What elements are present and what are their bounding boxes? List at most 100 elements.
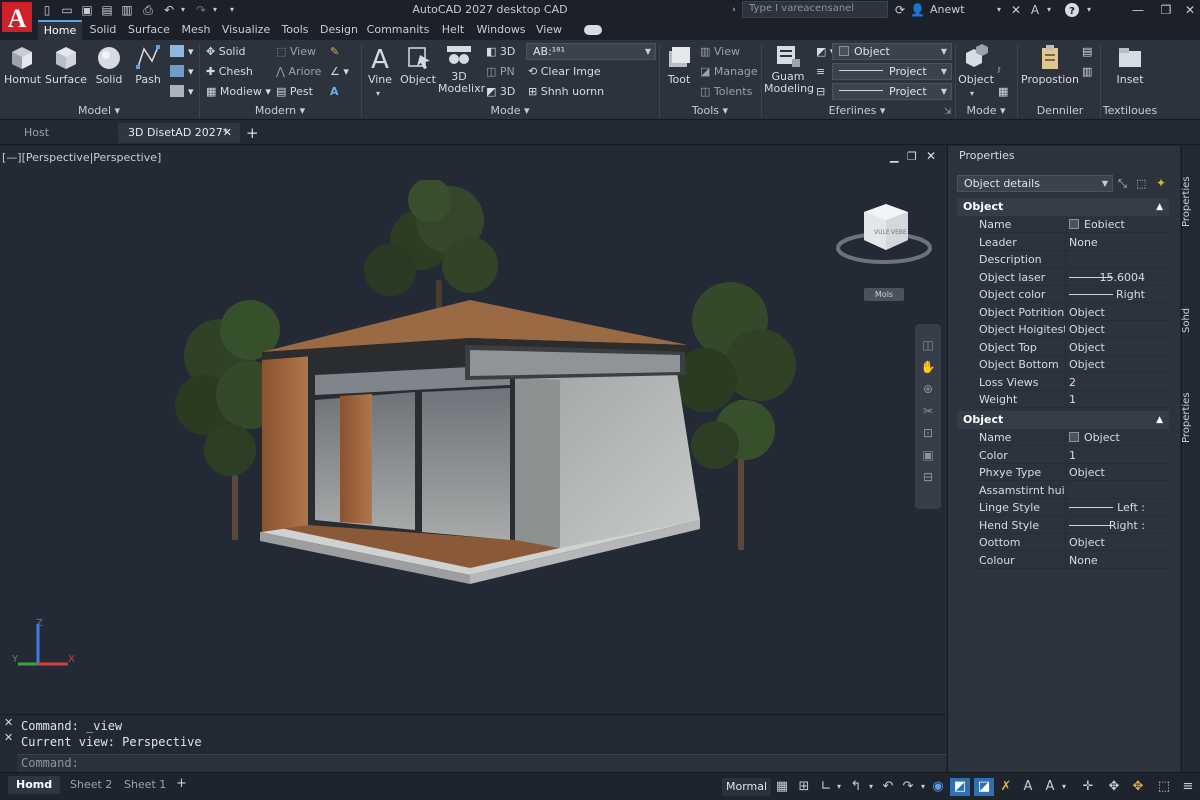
tab-commanits[interactable]: Commanits xyxy=(366,20,430,40)
tab-home[interactable]: Home xyxy=(38,20,82,40)
group-mode[interactable]: Mode ▾ xyxy=(362,103,658,119)
pan-icon[interactable]: ✋ xyxy=(919,360,937,374)
properties-section-object[interactable]: Object ▲ xyxy=(957,198,1169,216)
pn-button[interactable]: ◫ PN xyxy=(486,63,515,81)
tab-visualize[interactable]: Visualize xyxy=(220,20,272,40)
property-row[interactable]: Object laser 15.6004 xyxy=(975,268,1169,286)
transparency-icon[interactable]: ◩ xyxy=(950,778,970,796)
tab-solid[interactable]: Solid xyxy=(86,20,120,40)
property-row[interactable]: Assamstirnt huion xyxy=(975,481,1169,499)
units-icon[interactable]: ✥ xyxy=(1104,778,1124,796)
side-tab-properties[interactable]: Properties xyxy=(1181,172,1200,232)
exchange-icon[interactable]: ✕ xyxy=(1008,2,1024,18)
chesh-button[interactable]: ✚ Chesh xyxy=(206,63,253,81)
text-tool-icon[interactable]: A xyxy=(330,83,339,101)
solid-button[interactable]: Solid xyxy=(92,43,126,99)
property-row[interactable]: Object Top Object xyxy=(975,338,1169,356)
showmotion-icon[interactable]: ⊡ xyxy=(919,426,937,440)
3d-osnap-icon[interactable]: ✗ xyxy=(996,778,1016,796)
mode-combo[interactable]: AB:¹⁸¹ ▼ xyxy=(526,43,656,60)
group-mode-2[interactable]: Mode ▾ xyxy=(956,103,1016,119)
command-options-icon[interactable]: ✕ xyxy=(4,731,13,744)
search-arrow-icon[interactable]: › xyxy=(728,2,740,18)
3d-modelixr-button[interactable]: 3D Modelixr xyxy=(438,43,485,99)
layout-tab-sheet-1[interactable]: Sheet 1 xyxy=(116,776,174,794)
quick-properties-icon[interactable]: ✥ xyxy=(1128,778,1148,796)
annotation-visibility-icon[interactable]: A xyxy=(1040,778,1060,796)
ribbon-toggle-icon[interactable] xyxy=(584,25,602,35)
property-value[interactable]: Object xyxy=(1065,321,1169,338)
object-combo[interactable]: Object ▼ xyxy=(832,43,952,60)
undo-icon[interactable]: ↶ xyxy=(162,2,176,18)
annotation-scale-icon[interactable]: A xyxy=(1018,778,1038,796)
property-row[interactable]: Description xyxy=(975,251,1169,268)
undo-dropdown-icon[interactable]: ▾ xyxy=(178,2,188,18)
toot-button[interactable]: Toot xyxy=(662,43,696,99)
selection-cycling-icon[interactable]: ◪ xyxy=(974,778,994,796)
lineweight-display-icon[interactable]: ◉ xyxy=(928,778,948,796)
group-textiloues[interactable]: Textiloues xyxy=(1102,103,1158,119)
property-row[interactable]: Object color Right xyxy=(975,286,1169,303)
3d-small-button-2[interactable]: ◩ 3D xyxy=(486,83,515,101)
property-row[interactable]: Phxye Type Object xyxy=(975,464,1169,481)
property-row[interactable]: Object Bottom Object xyxy=(975,356,1169,373)
zoom-icon[interactable]: ⊕ xyxy=(919,382,937,396)
property-row[interactable]: Object Potrition Object xyxy=(975,303,1169,321)
property-value[interactable] xyxy=(1065,481,1169,499)
modiew-button[interactable]: ▦ Modiew ▾ xyxy=(206,83,271,101)
solid-tool-button[interactable]: ✥ Solid xyxy=(206,43,246,61)
redo-dropdown-icon[interactable]: ▾ xyxy=(210,2,220,18)
property-row[interactable]: Leader None xyxy=(975,233,1169,251)
open-file-icon[interactable]: ▭ xyxy=(60,2,74,18)
property-row[interactable]: Weight 1 xyxy=(975,391,1169,408)
object-button[interactable]: Object xyxy=(400,43,436,99)
property-value[interactable]: Eobiect xyxy=(1065,216,1169,233)
text-style-icon[interactable]: A xyxy=(1028,2,1042,18)
workspace-icon[interactable]: ✛ xyxy=(1078,778,1098,796)
osnap-dropdown-icon[interactable]: ▾ xyxy=(918,778,928,796)
sparkle-icon[interactable]: ᶴ xyxy=(998,63,1001,81)
property-value[interactable]: Object xyxy=(1065,356,1169,373)
property-row[interactable]: Object Hoigitestion Object xyxy=(975,321,1169,338)
viewcube-face-right[interactable]: VEBE xyxy=(891,229,907,236)
grid-display-icon[interactable]: ▦ xyxy=(772,778,792,796)
property-row[interactable]: Hend Style Right : xyxy=(975,516,1169,534)
help-dropdown-icon[interactable]: ▾ xyxy=(1084,2,1094,18)
model-space-toggle[interactable]: Mormal xyxy=(722,778,772,796)
navbar-options-icon[interactable]: ▣ xyxy=(919,448,937,462)
property-row[interactable]: Name Eobiect xyxy=(975,216,1169,233)
search-input[interactable]: Type I vareacensanel xyxy=(742,1,888,18)
guam-modeling-button[interactable]: Guam Modeling xyxy=(764,43,814,99)
property-value[interactable]: Left : xyxy=(1065,499,1169,516)
group-tools[interactable]: Tools ▾ xyxy=(660,103,760,119)
property-value[interactable]: None xyxy=(1065,551,1169,569)
user-menu-icon[interactable]: ▾ xyxy=(994,2,1004,18)
property-value[interactable]: 1 xyxy=(1065,391,1169,408)
linetype-icon[interactable]: ≡ xyxy=(816,63,825,81)
revolve-small-icon[interactable]: ▾ xyxy=(170,63,194,81)
print-icon[interactable]: ⎙ xyxy=(140,2,156,18)
manage-button[interactable]: ◪ Manage xyxy=(700,63,758,81)
command-close-icon[interactable]: ✕ xyxy=(4,716,13,729)
sign-in-icon[interactable]: ⟳ xyxy=(892,2,908,18)
lineweight-combo[interactable]: Project ▼ xyxy=(832,83,952,100)
pest-button[interactable]: ▤ Pest xyxy=(276,83,313,101)
side-tab-properties-2[interactable]: Properties xyxy=(1181,388,1200,448)
property-value[interactable] xyxy=(1065,251,1169,268)
user-icon[interactable]: 👤 xyxy=(910,2,925,18)
restore-icon[interactable]: ❐ xyxy=(1158,2,1174,18)
vine-dropdown-icon[interactable]: ▾ xyxy=(376,89,380,98)
viewcube[interactable]: VULE VEBE xyxy=(836,200,932,270)
text-dropdown-icon[interactable]: ▾ xyxy=(1044,2,1054,18)
group-denniler[interactable]: Denniler xyxy=(1018,103,1102,119)
property-value[interactable]: 1 xyxy=(1065,446,1169,464)
grid-view-icon[interactable]: ▦ xyxy=(998,83,1008,101)
line-tool-icon[interactable]: ∠ ▾ xyxy=(330,63,349,81)
close-icon[interactable]: ✕ xyxy=(1182,2,1198,18)
tab-surface[interactable]: Surface xyxy=(126,20,172,40)
viewport-restore-icon[interactable]: ❐ xyxy=(907,150,917,163)
property-row[interactable]: Loss Views 2 xyxy=(975,373,1169,391)
close-tab-icon[interactable]: ✕ xyxy=(223,123,232,143)
ortho-icon[interactable]: ∟ xyxy=(816,778,836,796)
group-model[interactable]: Model ▾ xyxy=(4,103,194,119)
